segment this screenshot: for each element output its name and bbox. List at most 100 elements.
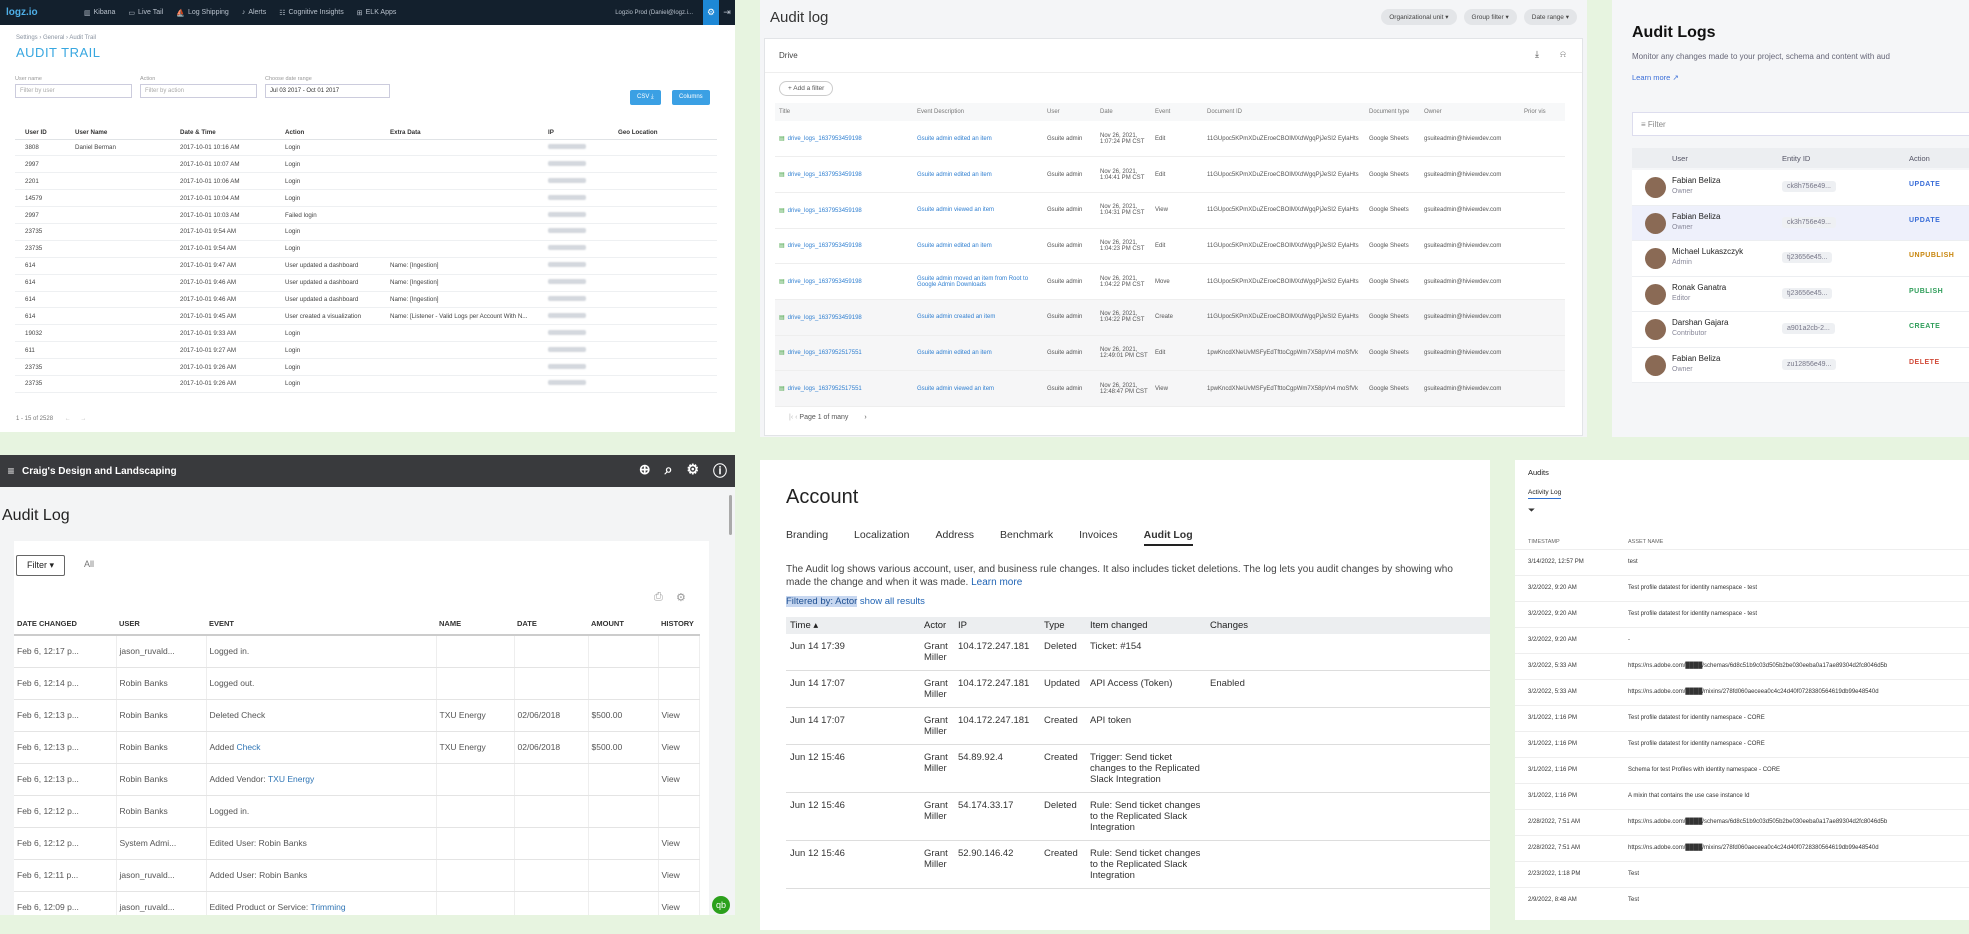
ip-link[interactable]: 104.172.247.181 <box>954 707 1040 745</box>
table-row[interactable]: ▤ drive_logs_1637953459198 Gsuite admin cr… <box>775 299 1565 336</box>
actor-link[interactable]: Grant Miller <box>920 744 954 793</box>
prev-page-icon[interactable]: ‹ <box>795 414 797 421</box>
col-action[interactable]: Action <box>275 127 380 140</box>
table-row[interactable]: 2/28/2022, 7:51 AM https://ns.adobe.com/█… <box>1515 834 1969 861</box>
table-row[interactable]: Jun 14 17:07 Grant Miller 104.172.247.181 C… <box>786 707 1490 745</box>
table-row[interactable]: 614 2017-10-01 9:46 AM User updated a dash… <box>15 291 717 309</box>
event-link[interactable]: Trimming <box>310 902 345 912</box>
table-row[interactable]: 23735 2017-10-01 9:54 AM Login <box>15 240 717 258</box>
table-row[interactable]: Feb 6, 12:13 p... Robin Banks Added Vendor… <box>14 763 700 796</box>
col-ip[interactable]: IP <box>538 127 608 140</box>
table-row[interactable]: 611 2017-10-01 9:27 AM Login <box>15 341 717 360</box>
download-icon[interactable]: ⤓ <box>1535 49 1539 60</box>
event-link[interactable]: TXU Energy <box>268 774 314 784</box>
col-changes[interactable]: Changes <box>1206 617 1490 634</box>
table-row[interactable]: 3/1/2022, 1:16 PM A mixin that contains t… <box>1515 782 1969 809</box>
col-date-time[interactable]: Date & Time <box>170 127 275 140</box>
table-row[interactable]: Jun 12 15:46 Grant Miller 54.174.33.17 Dele… <box>786 792 1490 841</box>
table-row[interactable]: 3808 Daniel Berman 2017-10-01 10:16 AM Logi… <box>15 139 717 157</box>
nav-kibana[interactable]: ▥ Kibana <box>84 9 115 17</box>
filter-button[interactable]: Filter ▾ <box>16 555 66 576</box>
table-row[interactable]: Feb 6, 12:12 p... Robin Banks Logged in. <box>14 795 700 828</box>
item-changed-link[interactable]: API Access (Token) <box>1086 670 1206 708</box>
file-link[interactable]: drive_logs_1637952517551 <box>788 350 862 356</box>
prev-page-icon[interactable]: ← <box>65 416 71 422</box>
table-row[interactable]: 614 2017-10-01 9:47 AM User updated a dash… <box>15 257 717 275</box>
col-date[interactable]: DATE <box>514 613 588 636</box>
event-link[interactable]: Check <box>236 742 260 752</box>
columns-button[interactable]: Columns <box>672 90 710 105</box>
actor-link[interactable]: Grant Miller <box>920 840 954 889</box>
table-row[interactable]: Jun 14 17:39 Grant Miller 104.172.247.181 D… <box>786 634 1490 671</box>
col-prior-visibility[interactable]: Prior vis <box>1520 103 1565 121</box>
table-row[interactable]: Feb 6, 12:17 p... jason_ruvald... Logged i… <box>14 635 700 668</box>
file-link[interactable]: drive_logs_1637953459198 <box>788 243 862 249</box>
nav-cognitive-insights[interactable]: ☷ Cognitive Insights <box>279 9 344 17</box>
audit-row[interactable]: Michael Lukaszczyk Admin tj23656e45... UNPU… <box>1632 241 1969 277</box>
tab-benchmark[interactable]: Benchmark <box>1000 529 1053 546</box>
col-user-id[interactable]: User ID <box>15 127 65 140</box>
ip-link[interactable]: 54.89.92.4 <box>954 744 1040 793</box>
table-row[interactable]: 3/2/2022, 5:33 AM https://ns.adobe.com/██… <box>1515 678 1969 705</box>
table-row[interactable]: 2/9/2022, 8:48 AM Test <box>1515 886 1969 913</box>
add-filter-button[interactable]: + Add a filter <box>779 81 834 96</box>
table-row[interactable]: ▤ drive_logs_1637953459198 Gsuite admin ed… <box>775 228 1565 265</box>
table-row[interactable]: 23735 2017-10-01 9:26 AM Login <box>15 375 717 393</box>
ip-link[interactable]: 104.172.247.181 <box>954 670 1040 708</box>
table-row[interactable]: 3/1/2022, 1:16 PM Test profile datatest f… <box>1515 704 1969 731</box>
action-filter-select[interactable]: Filter by action <box>140 84 257 98</box>
table-row[interactable]: Jun 14 17:07 Grant Miller 104.172.247.181 U… <box>786 670 1490 708</box>
table-row[interactable]: Feb 6, 12:14 p... Robin Banks Logged out. <box>14 667 700 700</box>
add-icon[interactable]: ⊕ <box>639 461 651 481</box>
user-link[interactable]: Gsuite admin <box>1043 263 1096 300</box>
tab-audit-log[interactable]: Audit Log <box>1143 529 1193 546</box>
item-changed-link[interactable]: API token <box>1086 707 1206 745</box>
next-page-icon[interactable]: → <box>80 416 86 422</box>
item-changed-link[interactable]: Trigger: Send ticket changes to the Repl… <box>1086 744 1206 793</box>
bell-icon[interactable]: ⍾ <box>1560 49 1566 60</box>
col-date-changed[interactable]: DATE CHANGED <box>14 613 116 636</box>
table-row[interactable]: 3/2/2022, 5:33 AM https://ns.adobe.com/██… <box>1515 652 1969 679</box>
gear-icon[interactable]: ⚙ <box>703 0 719 25</box>
file-link[interactable]: drive_logs_1637953459198 <box>788 172 862 178</box>
gear-icon[interactable]: ⚙ <box>686 461 699 481</box>
audit-row[interactable]: Ronak Ganatra Editor tj23656e45... PUBLISH <box>1632 276 1969 312</box>
col-geo-location[interactable]: Geo Location <box>608 127 717 140</box>
nav-elk-apps[interactable]: ⊞ ELK Apps <box>357 9 397 17</box>
logo[interactable]: logz.io <box>0 7 70 18</box>
audit-row[interactable]: Fabian Beliza Owner ck8h756e49... UPDATE <box>1632 170 1969 206</box>
table-row[interactable]: ▤ drive_logs_1637953459198 Gsuite admin mo… <box>775 263 1565 300</box>
col-owner[interactable]: Owner <box>1420 103 1520 121</box>
audit-row[interactable]: Darshan Gajara Contributor a901a2cb-2... CR… <box>1632 312 1969 348</box>
table-row[interactable]: 3/14/2022, 12:57 PM test <box>1515 548 1969 575</box>
csv-export-button[interactable]: CSV ⤓ <box>630 90 661 105</box>
actor-link[interactable]: Grant Miller <box>920 792 954 841</box>
col-time[interactable]: Time ▴ <box>786 617 920 634</box>
col-history[interactable]: HISTORY <box>658 613 700 636</box>
table-row[interactable]: 23735 2017-10-01 9:54 AM Login <box>15 223 717 241</box>
file-link[interactable]: drive_logs_1637952517551 <box>788 386 862 392</box>
file-link[interactable]: drive_logs_1637953459198 <box>788 279 862 285</box>
tab-localization[interactable]: Localization <box>854 529 909 546</box>
table-row[interactable]: Feb 6, 12:09 p... jason_ruvald... Edited P… <box>14 891 700 915</box>
table-row[interactable]: Feb 6, 12:12 p... System Admi... Edited Us… <box>14 827 700 860</box>
col-actor[interactable]: Actor <box>920 617 954 634</box>
show-all-link[interactable]: show all results <box>860 596 925 607</box>
col-document-id[interactable]: Document ID <box>1203 103 1365 121</box>
history-link[interactable]: View <box>658 763 700 796</box>
table-row[interactable]: 3/2/2022, 9:20 AM Test profile datatest f… <box>1515 600 1969 627</box>
history-link[interactable]: View <box>658 731 700 764</box>
table-row[interactable]: 614 2017-10-01 9:46 AM User updated a dash… <box>15 274 717 292</box>
group-filter-chip[interactable]: Group filter ▾ <box>1463 9 1517 25</box>
nav-live-tail[interactable]: ▭ Live Tail <box>128 9 163 17</box>
user-link[interactable]: Gsuite admin <box>1043 121 1096 158</box>
col-event[interactable]: Event <box>1151 103 1203 121</box>
col-event[interactable]: EVENT <box>206 613 436 636</box>
ip-link[interactable]: 104.172.247.181 <box>954 634 1040 671</box>
col-amount[interactable]: AMOUNT <box>588 613 658 636</box>
tab-branding[interactable]: Branding <box>786 529 828 546</box>
nav-log-shipping[interactable]: ⛵ Log Shipping <box>176 9 229 17</box>
tab-address[interactable]: Address <box>935 529 974 546</box>
filter-input[interactable]: ≡ Filter <box>1632 112 1969 136</box>
menu-icon[interactable]: ≡ <box>0 464 22 478</box>
